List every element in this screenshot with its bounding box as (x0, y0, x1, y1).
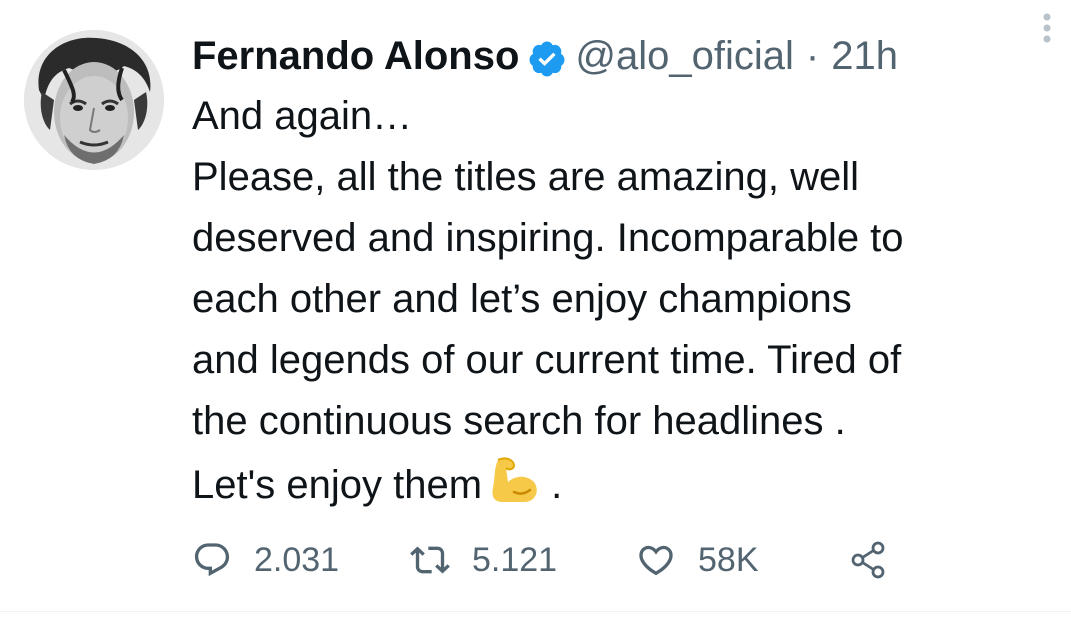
like-count: 58K (698, 540, 759, 579)
author-name[interactable]: Fernando Alonso (192, 26, 519, 86)
flexed-biceps-emoji (486, 452, 540, 506)
retweet-icon (410, 546, 450, 574)
retweet-count: 5.121 (472, 540, 558, 579)
share-icon (851, 541, 885, 579)
avatar[interactable] (24, 30, 164, 170)
tweet-line: Let's enjoy them (192, 463, 483, 507)
tweet-line-end: . (540, 463, 563, 507)
tweet-line: each other and let’s enjoy champions (192, 277, 852, 321)
verified-badge-icon (527, 36, 567, 77)
tweet-line: deserved and inspiring. Incomparable to (192, 216, 904, 260)
like-button[interactable]: 58K (636, 530, 759, 590)
tweet-header: Fernando Alonso @alo_oficial · 21h (192, 26, 1042, 86)
author-handle[interactable]: @alo_oficial (575, 26, 794, 86)
tweet-line: the continuous search for headlines . (192, 399, 846, 443)
reply-count: 2.031 (254, 540, 340, 579)
tweet-timestamp[interactable]: 21h (831, 26, 898, 86)
avatar-portrait (24, 30, 164, 170)
reply-icon (194, 543, 230, 577)
tweet[interactable]: Fernando Alonso @alo_oficial · 21h And a… (0, 0, 1071, 612)
more-icon[interactable] (1035, 8, 1059, 48)
tweet-divider (0, 611, 1071, 612)
tweet-actions: 2.031 5.121 58K (192, 530, 952, 590)
tweet-line: And again… (192, 94, 413, 138)
like-icon (639, 545, 673, 576)
reply-button[interactable]: 2.031 (192, 530, 339, 590)
tweet-content: Fernando Alonso @alo_oficial · 21h And a… (192, 26, 1042, 516)
share-button[interactable] (848, 530, 910, 590)
tweet-line-last: Let's enjoy them . (192, 452, 1042, 516)
tweet-text: And again… Please, all the titles are ama… (192, 86, 1042, 516)
header-separator: · (805, 34, 820, 78)
tweet-line: and legends of our current time. Tired o… (192, 338, 902, 382)
tweet-line: Please, all the titles are amazing, well (192, 155, 859, 199)
retweet-button[interactable]: 5.121 (410, 530, 557, 590)
